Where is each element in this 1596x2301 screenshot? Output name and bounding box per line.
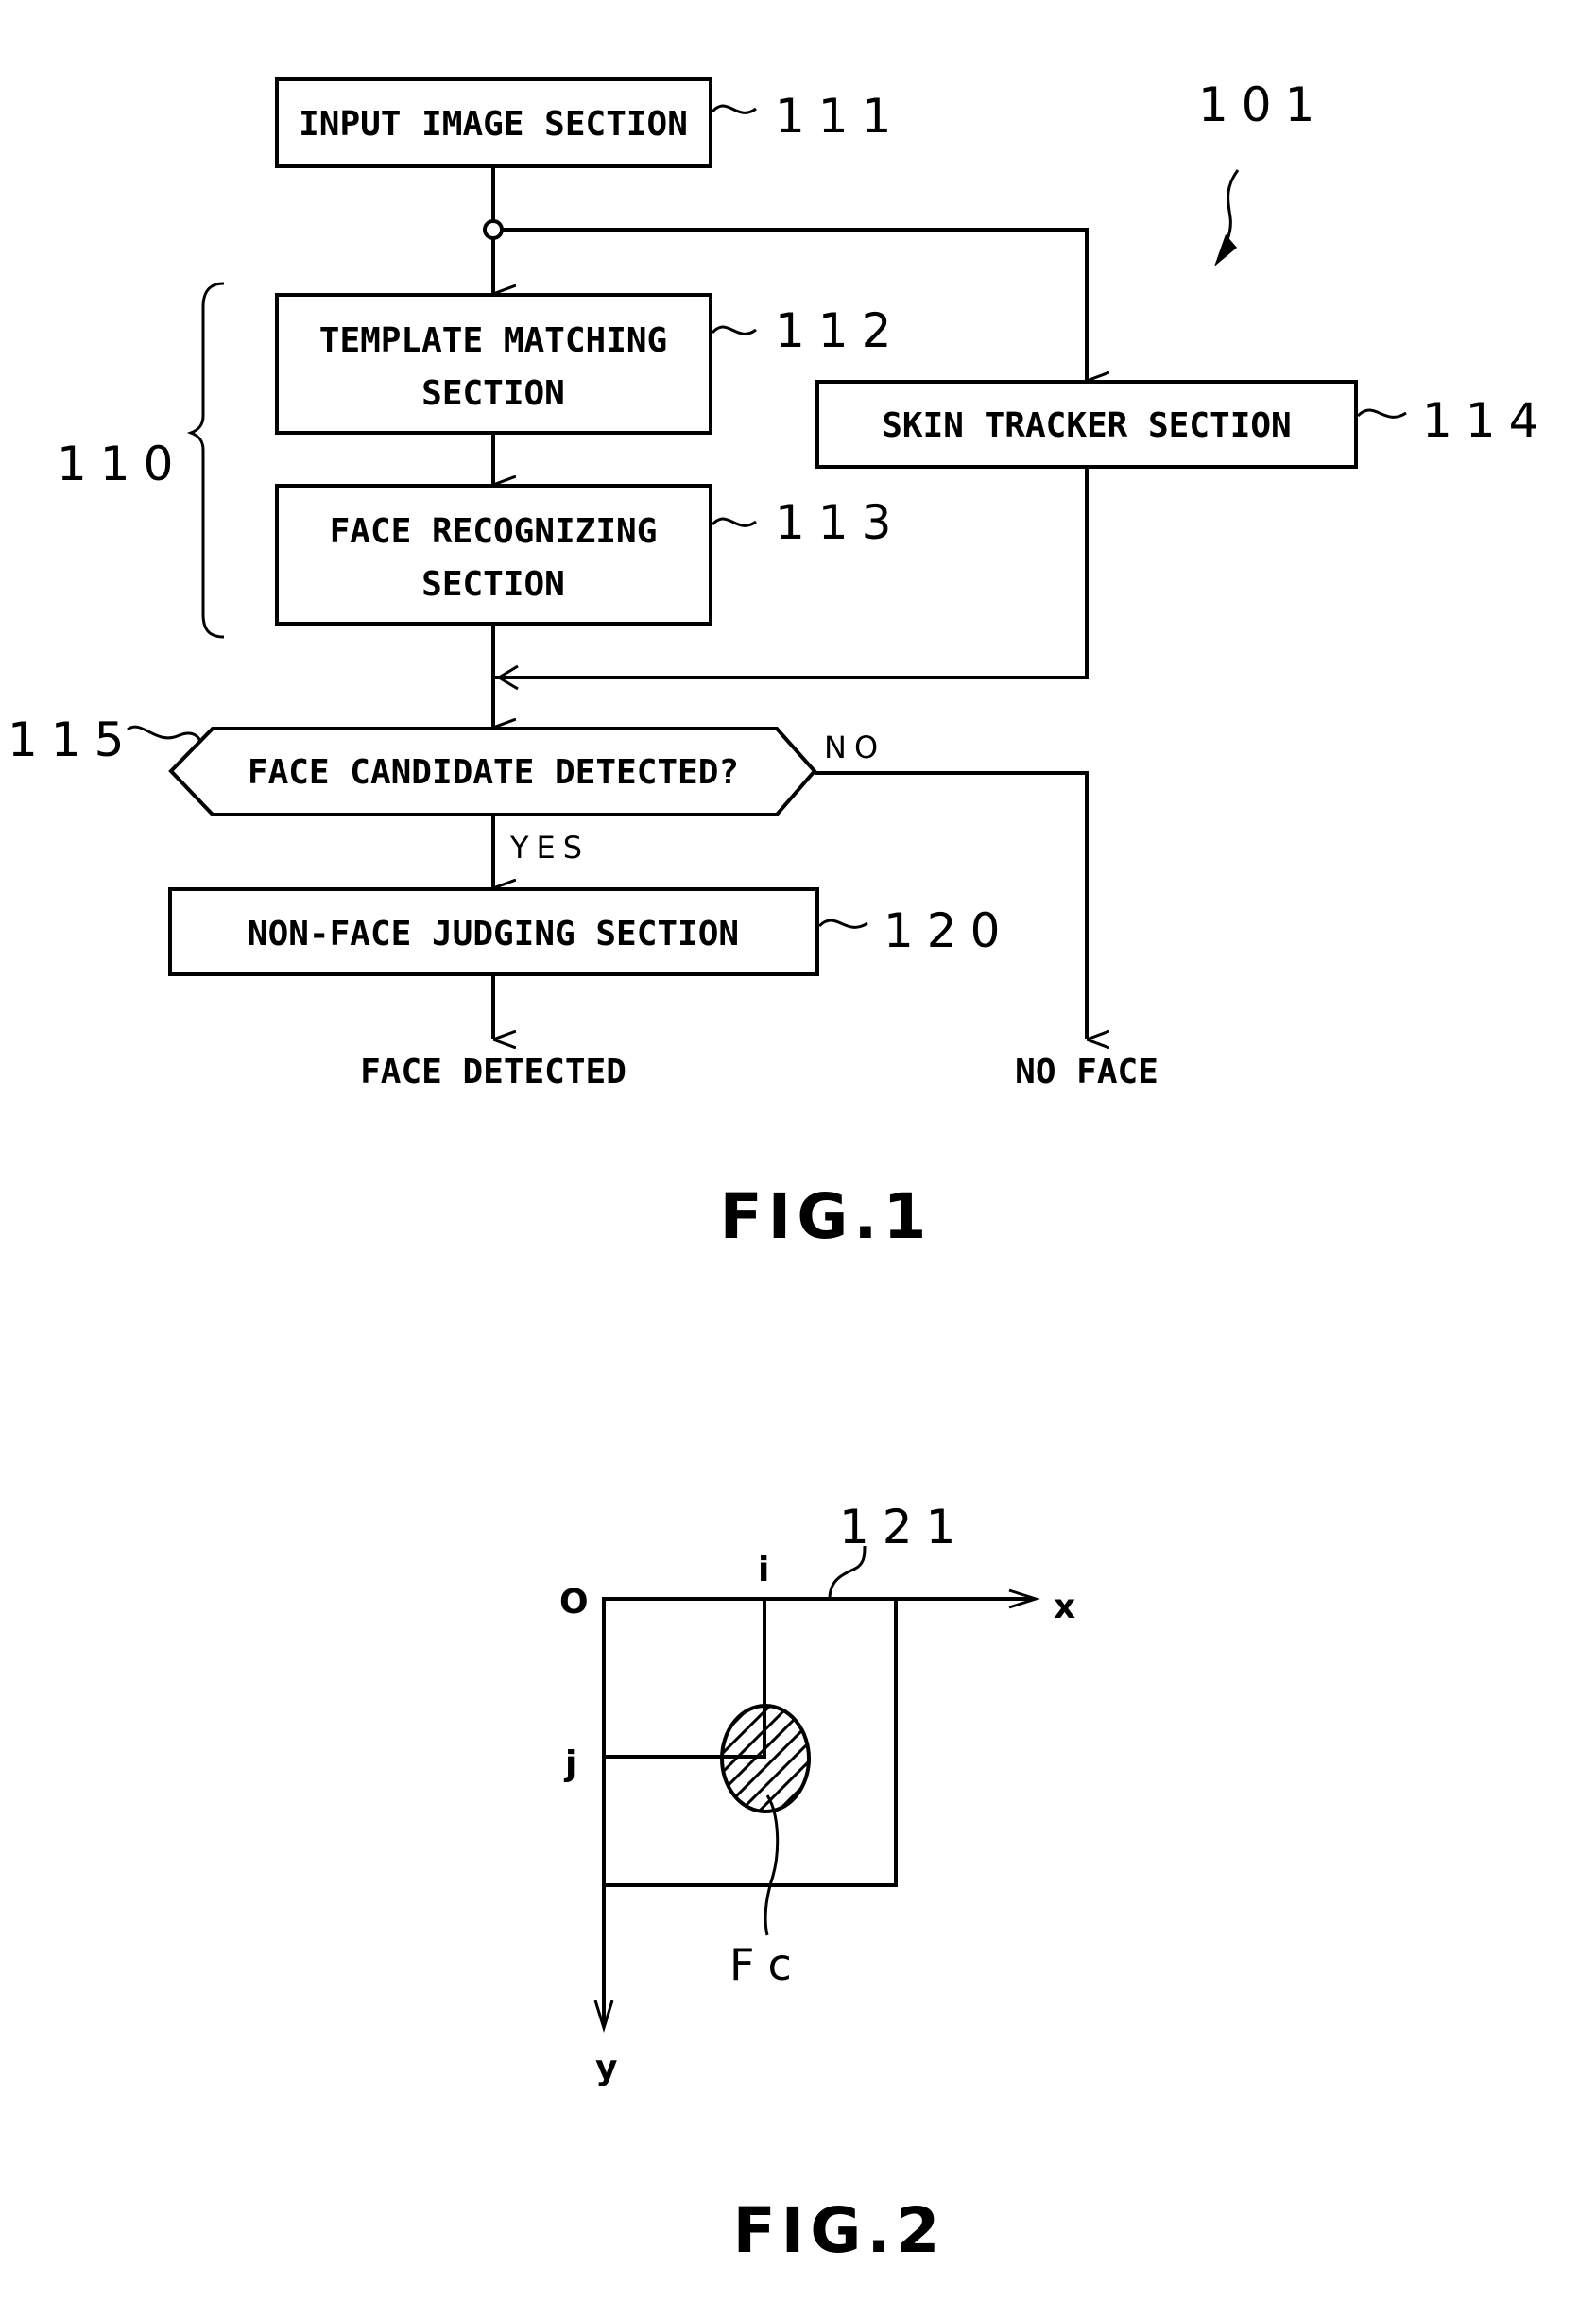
- template-matching-block: TEMPLATE MATCHING SECTION 112: [275, 293, 904, 435]
- origin-label: O: [559, 1583, 589, 1622]
- decision-block: FACE CANDIDATE DETECTED? 115: [8, 713, 817, 816]
- non-face-judging-label: NON-FACE JUDGING SECTION: [248, 915, 739, 953]
- leader-114: [1356, 408, 1407, 419]
- group-ref-label: 110: [57, 437, 186, 491]
- face-recognizing-line2: SECTION: [421, 565, 565, 604]
- j-label: j: [563, 1744, 576, 1783]
- x-axis-label: x: [1054, 1588, 1075, 1626]
- non-face-judging-block: NON-FACE JUDGING SECTION 120: [168, 887, 1013, 976]
- skin-tracker-block: SKIN TRACKER SECTION 114: [815, 380, 1552, 469]
- y-axis-label: y: [595, 2049, 617, 2087]
- ref-114: 114: [1422, 393, 1552, 448]
- no-face-output: NO FACE: [1015, 1053, 1158, 1091]
- face-candidate-label: Fc: [729, 1939, 805, 1990]
- leader-111: [711, 104, 757, 114]
- ref-112: 112: [775, 303, 904, 358]
- group-brace: [186, 282, 225, 639]
- yes-branch-label: YES: [509, 830, 590, 866]
- input-image-block: INPUT IMAGE SECTION 111: [275, 77, 904, 168]
- leader-112: [711, 325, 757, 335]
- i-label: i: [758, 1551, 769, 1589]
- ref-113: 113: [775, 495, 904, 550]
- junction-node: [483, 219, 504, 240]
- decision-label: FACE CANDIDATE DETECTED?: [248, 753, 739, 792]
- no-branch-label: NO: [824, 730, 885, 765]
- figure-2-caption: FIG.2: [733, 2194, 946, 2267]
- template-matching-line2: SECTION: [421, 374, 565, 413]
- figure-1: 101 INPUT IMAGE SECTION 111 110 TEMPLATE…: [8, 77, 1552, 1253]
- input-image-label: INPUT IMAGE SECTION: [299, 105, 688, 144]
- ref-115: 115: [8, 713, 137, 767]
- leader-115: [127, 725, 202, 742]
- image-frame: [602, 1597, 898, 1887]
- leader-120: [817, 919, 868, 929]
- ref-120: 120: [884, 903, 1013, 958]
- figure-1-caption: FIG.1: [720, 1180, 933, 1253]
- patent-drawing: 101 INPUT IMAGE SECTION 111 110 TEMPLATE…: [8, 77, 1552, 2267]
- face-recognizing-line1: FACE RECOGNIZING: [330, 512, 658, 551]
- figure-2: 121 O x y i j Fc FIG.2: [559, 1500, 1075, 2267]
- face-recognizing-block: FACE RECOGNIZING SECTION 113: [275, 484, 904, 626]
- system-ref-label: 101: [1198, 77, 1328, 132]
- template-matching-line1: TEMPLATE MATCHING: [319, 321, 667, 360]
- leader-113: [711, 517, 757, 527]
- system-ref-arrow-icon: [1214, 234, 1237, 266]
- skin-tracker-label: SKIN TRACKER SECTION: [882, 406, 1291, 445]
- image-ref-label: 121: [839, 1500, 969, 1554]
- face-detected-output: FACE DETECTED: [360, 1053, 626, 1091]
- ref-111: 111: [775, 89, 904, 144]
